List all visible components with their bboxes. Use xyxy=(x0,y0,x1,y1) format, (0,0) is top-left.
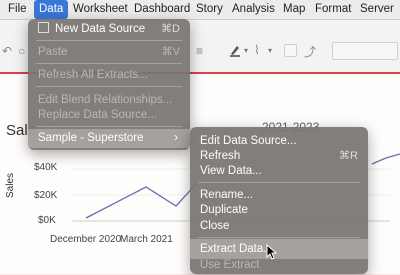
menu-item-label: Replace Data Source... xyxy=(38,109,157,121)
menu-separator xyxy=(36,63,182,64)
menu-item-replace-data-source: Replace Data Source... xyxy=(28,105,190,125)
menu-item-label: View Data... xyxy=(200,165,262,177)
menu-item-label: Paste xyxy=(38,46,68,58)
menu-separator xyxy=(36,40,182,41)
menu-map[interactable]: Map xyxy=(283,0,305,19)
sales-trend-line-right xyxy=(371,153,400,165)
menu-item-label: Use Extract xyxy=(200,259,260,271)
menu-story[interactable]: Story xyxy=(196,0,223,19)
menu-dashboard[interactable]: Dashboard xyxy=(134,0,190,19)
pin-icon[interactable]: ⤴ xyxy=(304,43,316,59)
menu-item-label: Duplicate xyxy=(200,204,248,216)
menu-worksheet[interactable]: Worksheet xyxy=(73,0,128,19)
data-menu: New Data Source ⌘D Paste ⌘V Refresh All … xyxy=(28,19,190,150)
redo-icon[interactable]: ○ xyxy=(18,44,25,58)
paperclip-icon[interactable]: ⌇ xyxy=(254,43,260,57)
menu-item-view-data[interactable]: View Data... xyxy=(190,161,368,181)
menu-analysis[interactable]: Analysis xyxy=(232,0,275,19)
menu-item-close[interactable]: Close xyxy=(190,216,368,236)
menu-item-use-extract: Use Extract xyxy=(190,255,368,275)
menu-item-paste: Paste ⌘V xyxy=(28,42,190,62)
menu-separator xyxy=(36,86,182,87)
menu-separator xyxy=(198,182,360,183)
undo-icon[interactable]: ↶ xyxy=(2,44,12,58)
label-toggle-icon[interactable] xyxy=(284,44,297,57)
menu-item-label: Extract Data... xyxy=(200,243,273,255)
chevron-down-icon[interactable]: ▾ xyxy=(268,46,272,60)
menu-file[interactable]: File xyxy=(8,0,27,19)
menu-server[interactable]: Server xyxy=(360,0,394,19)
sales-trend-line xyxy=(85,183,197,219)
menu-item-refresh-all-extracts: Refresh All Extracts... xyxy=(28,65,190,85)
menu-format[interactable]: Format xyxy=(315,0,351,19)
chevron-down-icon[interactable]: ▾ xyxy=(244,46,248,60)
menu-data[interactable]: Data xyxy=(34,0,69,19)
menu-item-label: Sample - Superstore xyxy=(38,132,144,144)
menu-separator xyxy=(198,237,360,238)
menu-separator xyxy=(36,126,182,127)
menu-item-label: New Data Source xyxy=(55,23,146,35)
menu-item-sample-superstore[interactable]: Sample - Superstore › xyxy=(28,129,190,148)
fit-dropdown[interactable] xyxy=(332,42,398,60)
chevron-right-icon: › xyxy=(174,132,178,144)
sort-icon[interactable]: ≡ xyxy=(196,44,203,58)
menu-item-label: Close xyxy=(200,220,230,232)
menu-item-label: Refresh All Extracts... xyxy=(38,69,148,81)
mouse-cursor-icon xyxy=(266,244,278,260)
new-datasource-icon xyxy=(38,22,49,33)
menubar: File Data Worksheet Dashboard Story Anal… xyxy=(0,0,400,20)
menu-item-new-data-source[interactable]: New Data Source ⌘D xyxy=(28,19,190,39)
shortcut-label: ⌘D xyxy=(161,23,180,35)
shortcut-label: ⌘V xyxy=(161,46,180,58)
datasource-submenu: Edit Data Source... Refresh ⌘R View Data… xyxy=(190,127,368,274)
highlight-icon[interactable] xyxy=(228,43,242,57)
